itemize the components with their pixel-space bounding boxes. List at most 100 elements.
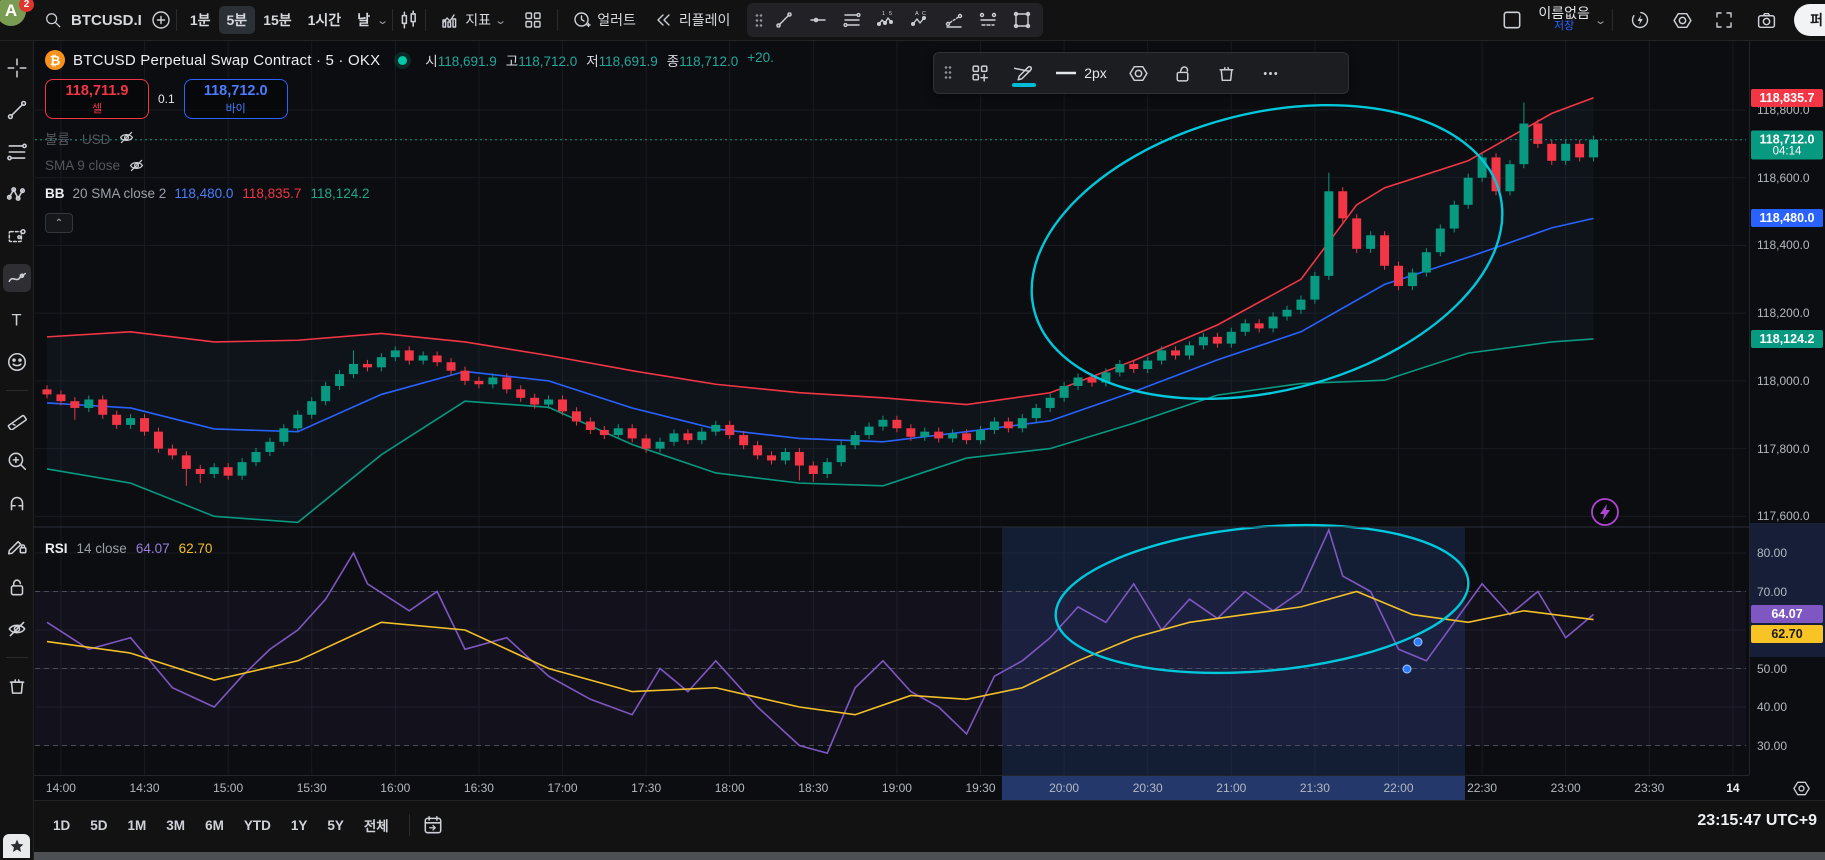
fullscreen-button[interactable]	[1704, 4, 1744, 36]
xabcd-pattern-tool[interactable]	[3, 180, 31, 208]
replay-button[interactable]: 리플레이	[645, 5, 740, 35]
line-width-button[interactable]: 2px	[1048, 57, 1114, 89]
candle-body	[920, 431, 930, 437]
range-buttons: 1D 5D 1M 3M 6M YTD 1Y 5Y 전체	[45, 811, 444, 839]
emoji-tool[interactable]	[3, 348, 31, 376]
interval-5m[interactable]: 5분	[218, 6, 256, 34]
candle-body	[976, 429, 986, 441]
drawing-anchor[interactable]	[1402, 664, 1412, 674]
brush-tool[interactable]	[2, 264, 31, 292]
axis-settings-icon[interactable]	[1792, 779, 1811, 798]
drawing-template-button[interactable]	[960, 57, 1000, 89]
interval-15m[interactable]: 15분	[255, 10, 299, 30]
fav-dotted-line-tool[interactable]	[937, 4, 971, 36]
candle-body	[850, 435, 860, 446]
rsi-tick: 30.00	[1757, 738, 1788, 753]
magnet-tool[interactable]	[3, 489, 31, 517]
range-5y[interactable]: 5Y	[319, 814, 352, 837]
drag-handle-icon[interactable]	[944, 65, 952, 81]
zoom-in-tool[interactable]	[3, 447, 31, 475]
replay-icon	[657, 14, 670, 26]
time-axis[interactable]: 14:00 14:30 15:00 15:30 16:00 16:30 17:00 17:30…	[33, 775, 1810, 801]
buy-button[interactable]: 118,712.0 바이	[183, 79, 288, 119]
delete-drawing-button[interactable]	[1206, 57, 1246, 89]
market-status-icon[interactable]	[398, 55, 408, 65]
drawing-anchor[interactable]	[1413, 637, 1423, 647]
fav-elliott-15-tool[interactable]: 15	[869, 4, 903, 36]
interval-dropdown-icon[interactable]: ⌄	[376, 14, 389, 27]
price-axis[interactable]: 118,800.0 118,600.0 118,400.0 118,200.0 118,…	[1749, 40, 1825, 775]
eye-off-icon[interactable]	[128, 157, 145, 174]
fav-rectangle-tool[interactable]	[1005, 4, 1039, 36]
fav-pattern-ac-tool[interactable]: AC	[903, 4, 937, 36]
fav-trendline-tool[interactable]	[767, 4, 801, 36]
range-6m[interactable]: 6M	[197, 814, 232, 837]
select-layout-button[interactable]	[1492, 4, 1532, 36]
drawing-settings-button[interactable]	[1118, 57, 1158, 89]
range-1m[interactable]: 1M	[120, 814, 155, 837]
crosshair-tool[interactable]	[3, 54, 31, 82]
measure-tool[interactable]	[3, 405, 31, 433]
alert-button[interactable]: 얼러트	[563, 5, 645, 35]
candle-body	[362, 363, 372, 368]
drag-handle-icon[interactable]	[755, 13, 764, 27]
range-1y[interactable]: 1Y	[283, 814, 316, 837]
remove-drawings-tool[interactable]	[3, 672, 31, 700]
chart-style-icon[interactable]	[398, 9, 420, 31]
favorites-star-button[interactable]	[3, 834, 30, 858]
range-5d[interactable]: 5D	[82, 814, 115, 837]
fib-retracement-tool[interactable]	[3, 138, 31, 166]
trendline-tool[interactable]	[3, 96, 31, 124]
text-tool[interactable]: T	[3, 306, 31, 334]
interval-1d[interactable]: 날	[349, 10, 378, 30]
screenshot-button[interactable]	[1746, 4, 1786, 36]
line-color-button[interactable]	[1004, 57, 1044, 89]
interval-1h[interactable]: 1시간	[300, 10, 350, 30]
favorite-drawings-bar: 15 AC	[747, 3, 1044, 37]
clock[interactable]: 23:15:47 UTC+9	[1697, 812, 1817, 830]
top-toolbar: BTCUSD.I 1분 5분 15분 1시간 날 ⌄ 지표⌄ 얼러트 리플레이	[0, 0, 1825, 41]
bb-indicator-row[interactable]: BB 20 SMA close 2 118,480.0 118,835.7 11…	[45, 184, 774, 203]
candle-body	[878, 419, 888, 427]
fav-parallel-lines-tool[interactable]	[835, 4, 869, 36]
candle-body	[1449, 204, 1459, 229]
range-1d[interactable]: 1D	[45, 814, 78, 837]
range-3m[interactable]: 3M	[158, 814, 193, 837]
lock-drawing-button[interactable]	[1162, 57, 1202, 89]
publish-button[interactable]: 퍼	[1794, 4, 1825, 36]
candle-body	[1198, 336, 1208, 346]
range-ytd[interactable]: YTD	[236, 814, 279, 837]
candle-body	[1268, 316, 1278, 329]
symbol-button[interactable]: BTCUSD.I	[62, 5, 151, 35]
fav-dashed-line-tool[interactable]	[971, 4, 1005, 36]
time-tick: 14:30	[129, 781, 160, 795]
symbol-title[interactable]: BTCUSD Perpetual Swap Contract · 5 · OKX	[73, 52, 380, 69]
rsi-legend[interactable]: RSI 14 close 64.07 62.70	[45, 541, 212, 556]
range-all[interactable]: 전체	[356, 811, 397, 839]
candle-body	[404, 350, 414, 361]
eye-off-icon[interactable]	[118, 129, 135, 146]
hide-drawings-tool[interactable]	[3, 615, 31, 643]
layout-dropdown-icon[interactable]: ⌄	[1594, 14, 1607, 27]
candle-body	[1115, 363, 1125, 373]
lock-all-tool[interactable]	[3, 573, 31, 601]
indicators-button[interactable]: 지표 ⌄	[431, 5, 514, 35]
chart-legend: ₿ BTCUSD Perpetual Swap Contract · 5 · O…	[45, 50, 774, 233]
sell-button[interactable]: 118,711.9 셀	[45, 79, 149, 119]
volume-indicator-row[interactable]: 볼륨 · USD	[45, 128, 774, 147]
fav-hray-tool[interactable]	[801, 4, 835, 36]
settings-button[interactable]	[1662, 4, 1702, 36]
drawing-mode-lock-tool[interactable]	[3, 531, 31, 559]
add-symbol-icon[interactable]	[151, 10, 171, 30]
interval-1m[interactable]: 1분	[182, 10, 219, 30]
forecast-tool[interactable]	[3, 222, 31, 250]
search-icon[interactable]	[44, 11, 62, 29]
candle-body	[808, 465, 818, 474]
go-to-date-icon[interactable]	[422, 814, 444, 836]
layout-name-button[interactable]: 이름없음 저장	[1534, 6, 1594, 33]
quick-search-button[interactable]	[1620, 4, 1660, 36]
more-options-button[interactable]	[1250, 57, 1290, 89]
layout-grid-button[interactable]	[514, 5, 552, 35]
collapse-legend-button[interactable]: ⌃	[45, 213, 73, 233]
sma-indicator-row[interactable]: SMA 9 close	[45, 156, 774, 175]
